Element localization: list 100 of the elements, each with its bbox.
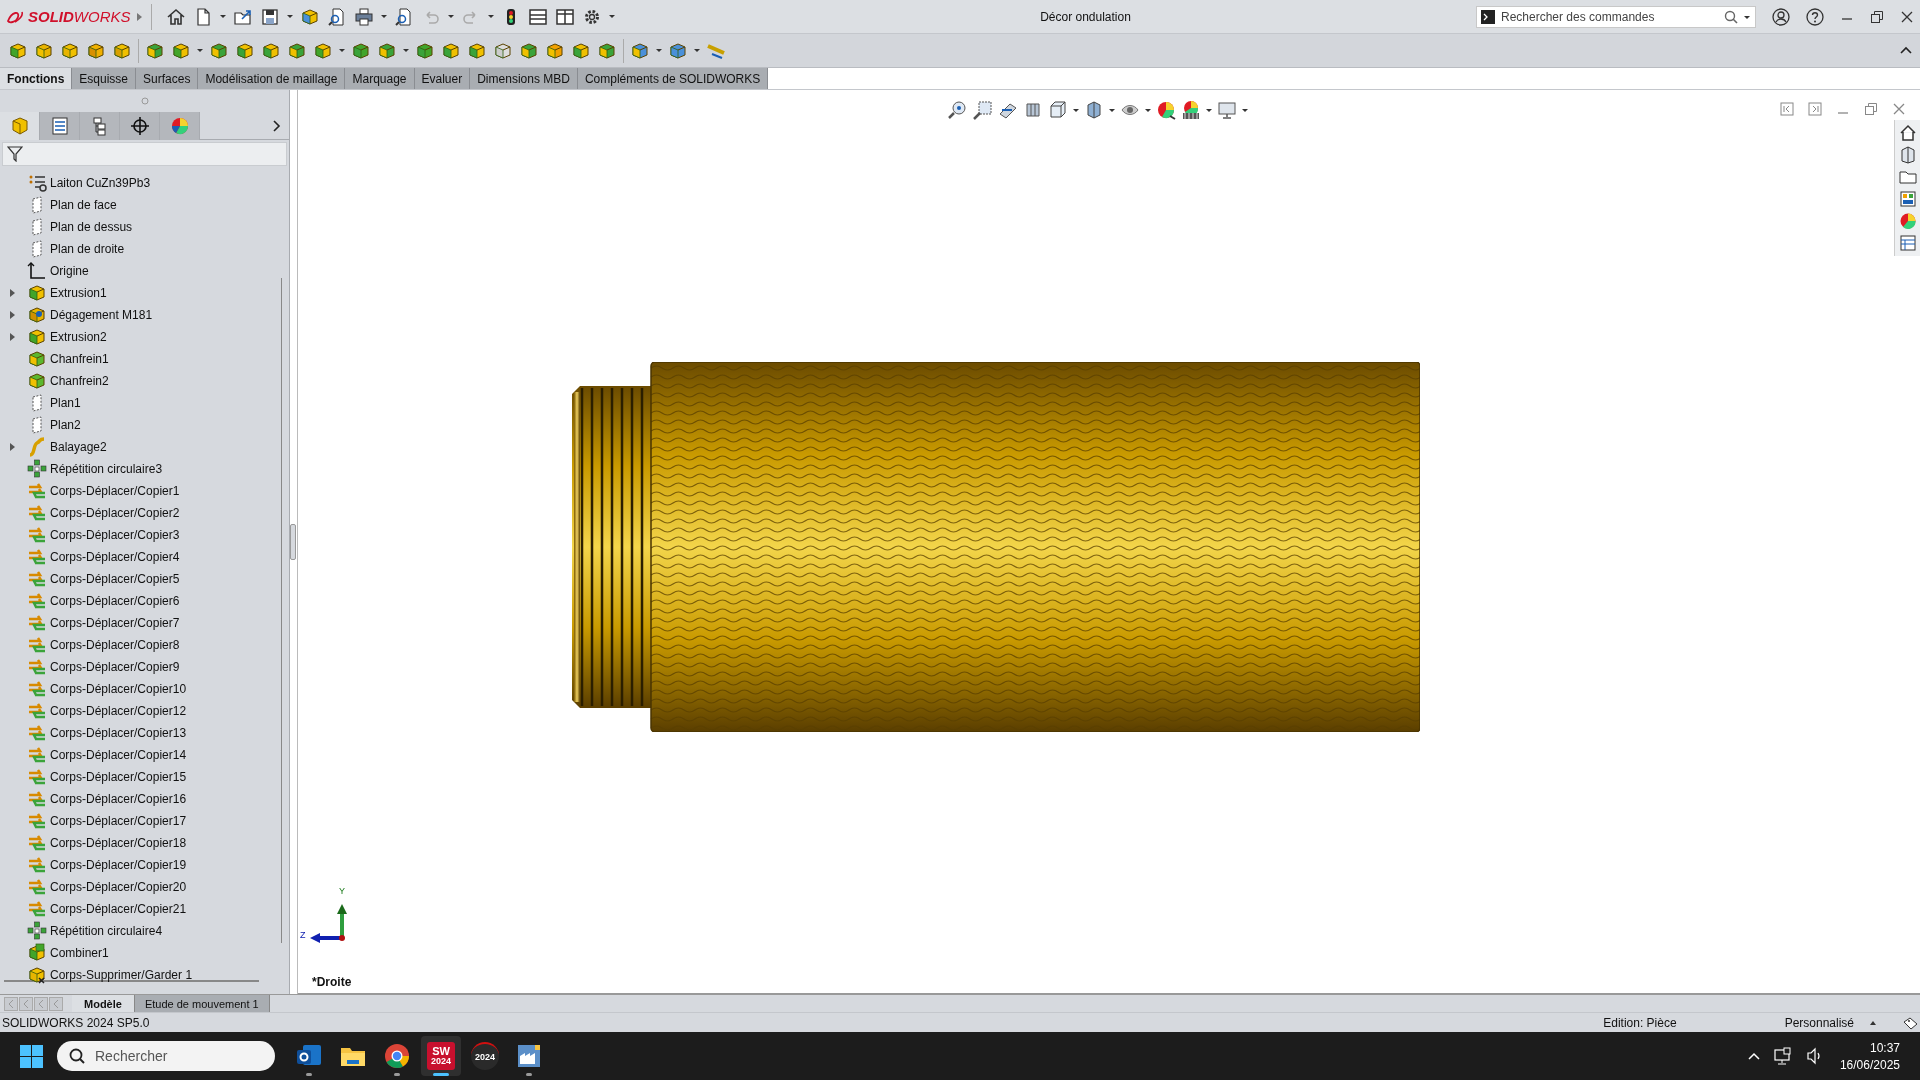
caret-icon[interactable] — [448, 15, 454, 18]
cube-icon[interactable] — [86, 40, 106, 61]
cube-icon[interactable] — [668, 40, 688, 61]
network-icon[interactable] — [1773, 1047, 1792, 1065]
magnifier-icon[interactable] — [327, 6, 347, 27]
expand-arrow-icon[interactable] — [9, 443, 15, 451]
taskbar-app[interactable]: SW 2024 — [421, 1036, 461, 1076]
caret-icon[interactable] — [1242, 108, 1248, 112]
cube-icon[interactable] — [415, 40, 435, 61]
expand-arrow-icon[interactable] — [9, 311, 15, 319]
palette-icon[interactable] — [1898, 190, 1917, 208]
tab[interactable]: Fonctions — [0, 68, 73, 89]
scrollbar[interactable] — [281, 278, 284, 943]
tree-item[interactable]: Corps-Déplacer/Copier21 — [50, 902, 187, 916]
cube-outline-icon[interactable] — [1048, 100, 1068, 120]
tree-item[interactable]: Corps-Déplacer/Copier4 — [50, 550, 180, 564]
expand-arrow-icon[interactable] — [9, 333, 15, 341]
tree-item[interactable]: Combiner1 — [50, 946, 109, 960]
tab[interactable]: Esquisse — [72, 68, 137, 89]
tree-item[interactable]: Corps-Déplacer/Copier7 — [50, 616, 180, 630]
caret-icon[interactable] — [220, 15, 226, 18]
cube-icon[interactable] — [313, 40, 333, 61]
tree-item[interactable]: Plan de face — [50, 198, 117, 212]
cube-icon[interactable] — [467, 40, 487, 61]
cube-icon[interactable] — [519, 40, 539, 61]
user-icon[interactable] — [1772, 7, 1790, 26]
scene-icon[interactable] — [1181, 100, 1201, 120]
caret-icon[interactable] — [656, 49, 662, 52]
caret-icon[interactable] — [1145, 108, 1151, 112]
cylinder-icon[interactable] — [1023, 100, 1043, 120]
cube-icon[interactable] — [493, 40, 513, 61]
cube-icon[interactable] — [377, 40, 397, 61]
filter-field[interactable] — [2, 142, 287, 166]
start-icon[interactable] — [20, 1044, 43, 1068]
panel-left-icon[interactable] — [1780, 102, 1794, 116]
tree-item[interactable]: Corps-Déplacer/Copier8 — [50, 638, 180, 652]
chevron-icon[interactable] — [273, 119, 281, 132]
tab[interactable]: Modélisation de maillage — [198, 68, 346, 89]
search-icon[interactable] — [1724, 9, 1738, 24]
cube-icon[interactable] — [441, 40, 461, 61]
caret-icon[interactable] — [488, 15, 494, 18]
zoom-fit-icon[interactable] — [948, 100, 968, 120]
splitter-handle[interactable] — [290, 524, 296, 560]
cube-icon[interactable] — [287, 40, 307, 61]
monitor-icon[interactable] — [1217, 100, 1237, 120]
tree-item[interactable]: Balayage2 — [50, 440, 107, 454]
close-icon[interactable] — [1900, 9, 1914, 24]
grip-icon[interactable] — [140, 97, 149, 105]
tree-item[interactable]: Plan2 — [50, 418, 81, 432]
tree-item[interactable]: Corps-Déplacer/Copier6 — [50, 594, 180, 608]
tree-item[interactable]: Plan de droite — [50, 242, 125, 256]
panes-icon[interactable] — [555, 6, 575, 27]
tree-item[interactable]: Répétition circulaire3 — [50, 462, 163, 476]
tree-item[interactable]: Corps-Déplacer/Copier19 — [50, 858, 187, 872]
taskbar-app[interactable]: 2024 — [465, 1036, 505, 1076]
home-icon[interactable] — [166, 6, 186, 27]
cube-icon[interactable] — [112, 40, 132, 61]
tab[interactable]: Surfaces — [136, 68, 199, 89]
zoom-box-icon[interactable] — [973, 100, 993, 120]
folder-icon[interactable] — [1898, 168, 1917, 186]
appearance-icon[interactable] — [1898, 212, 1917, 230]
tree-item[interactable]: Extrusion2 — [50, 330, 107, 344]
caret-icon[interactable] — [1073, 108, 1079, 112]
tree-item[interactable]: Corps-Déplacer/Copier13 — [50, 726, 187, 740]
tree-item[interactable]: Plan1 — [50, 396, 81, 410]
cube-icon[interactable] — [597, 40, 617, 61]
cube-icon[interactable] — [145, 40, 165, 61]
tree-item[interactable]: Corps-Déplacer/Copier16 — [50, 792, 187, 806]
caret-icon[interactable] — [1744, 15, 1750, 19]
appearance-icon[interactable] — [1156, 100, 1176, 120]
tree-item[interactable]: Chanfrein1 — [50, 352, 109, 366]
tree-item[interactable]: Corps-Déplacer/Copier15 — [50, 770, 187, 784]
cube-icon[interactable] — [171, 40, 191, 61]
cube-icon[interactable] — [8, 40, 28, 61]
tree-item[interactable]: Corps-Déplacer/Copier17 — [50, 814, 187, 828]
printer-icon[interactable] — [354, 6, 374, 27]
tree-item[interactable]: Corps-Déplacer/Copier12 — [50, 704, 187, 718]
tree-item[interactable]: Laiton CuZn39Pb3 — [50, 176, 151, 190]
tab[interactable]: Marquage — [345, 68, 415, 89]
caret-icon[interactable] — [403, 49, 409, 52]
home-icon[interactable] — [1898, 124, 1917, 142]
caret-icon[interactable] — [287, 15, 293, 18]
configuration-tab[interactable] — [80, 111, 120, 140]
tree-item[interactable]: Corps-Déplacer/Copier2 — [50, 506, 180, 520]
tree-item[interactable]: Corps-Supprimer/Garder 1 — [50, 968, 193, 982]
list-icon[interactable] — [1898, 234, 1917, 252]
units-menu[interactable]: Personnalisé — [1784, 1015, 1854, 1030]
tree-item[interactable]: Chanfrein2 — [50, 374, 109, 388]
tree-item[interactable]: Corps-Déplacer/Copier3 — [50, 528, 180, 542]
tree-item[interactable]: Corps-Déplacer/Copier1 — [50, 484, 180, 498]
tab[interactable]: Dimensions MBD — [470, 68, 578, 89]
clock[interactable]: 10:37 16/06/2025 — [1839, 1040, 1900, 1072]
cube-icon[interactable] — [545, 40, 565, 61]
feature-tree-tab[interactable] — [0, 111, 40, 140]
caret-icon[interactable] — [339, 49, 345, 52]
chevron-up-icon[interactable] — [1747, 1051, 1760, 1061]
expand-arrow-icon[interactable] — [9, 289, 15, 297]
tree-item[interactable]: Corps-Déplacer/Copier5 — [50, 572, 180, 586]
cube-icon[interactable] — [34, 40, 54, 61]
property-tab[interactable] — [40, 111, 80, 140]
